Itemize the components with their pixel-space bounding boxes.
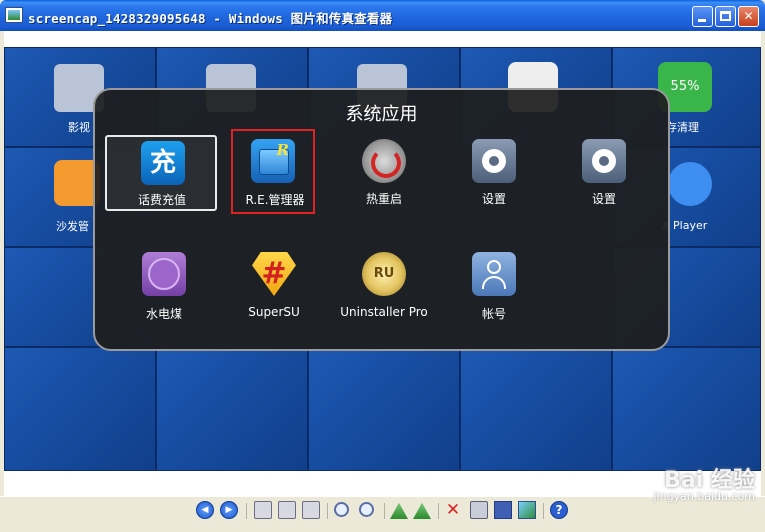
save-button[interactable] xyxy=(494,501,512,519)
background-tile xyxy=(308,347,460,471)
edit-button[interactable] xyxy=(518,501,536,519)
close-button[interactable]: ✕ xyxy=(738,6,759,27)
best-fit-button[interactable] xyxy=(254,501,272,519)
slideshow-button[interactable] xyxy=(302,501,320,519)
background-tile xyxy=(156,347,308,471)
toolbar-separator xyxy=(438,503,439,519)
app-account[interactable]: 帐号 xyxy=(439,250,549,326)
app-supersu[interactable]: SuperSU xyxy=(219,250,329,326)
app-reboot[interactable]: 热重启 xyxy=(329,137,439,213)
app-label: 话费充值 xyxy=(137,193,186,207)
minimize-button[interactable] xyxy=(692,6,713,27)
uninstaller-icon: RU xyxy=(362,252,406,296)
baidu-watermark-url: jingyan.baidu.com xyxy=(653,490,755,503)
app-label: R.E.管理器 xyxy=(245,193,305,207)
re-manager-icon xyxy=(251,139,295,183)
bg-label-video: 影视 xyxy=(68,121,90,134)
app-settings-1[interactable]: 设置 xyxy=(439,137,549,213)
zoom-in-button[interactable] xyxy=(334,502,349,517)
delete-button[interactable]: ✕ xyxy=(444,501,462,519)
system-apps-popup: 系统应用 充 话费充值 R.E.管理器 热重启 设置 设置 xyxy=(93,88,670,351)
app-label: SuperSU xyxy=(248,305,300,319)
account-icon xyxy=(472,252,516,296)
help-button[interactable]: ? xyxy=(550,501,568,519)
viewer-toolbar: ◀ ▶ ✕ ? xyxy=(0,496,765,532)
app-settings-2[interactable]: 设置 xyxy=(549,137,659,213)
background-tile xyxy=(460,347,612,471)
reboot-icon xyxy=(362,139,406,183)
toolbar-separator xyxy=(384,503,385,519)
maximize-button[interactable] xyxy=(715,6,736,27)
background-tile xyxy=(4,347,156,471)
supersu-icon xyxy=(252,252,296,296)
window-title: screencap_1428329095648 - Windows 图片和传真查… xyxy=(28,11,393,26)
background-tile xyxy=(612,347,761,471)
image-viewer-icon xyxy=(5,7,23,23)
settings-icon xyxy=(582,139,626,183)
toolbar-separator xyxy=(246,503,247,519)
app-utility[interactable]: 水电煤 xyxy=(109,250,219,326)
bg-label-sofa: 沙发管 xyxy=(56,220,89,233)
utility-icon xyxy=(142,252,186,296)
rotate-counterclockwise-button[interactable] xyxy=(413,502,431,519)
screenshot-image: 影视 55% 存清理 沙发管 X Player 系统应用 充 话费充值 R.E.… xyxy=(4,47,761,471)
app-label: 设置 xyxy=(591,192,616,206)
toolbar-separator xyxy=(327,503,328,519)
print-button[interactable] xyxy=(470,501,488,519)
player-icon xyxy=(668,162,712,206)
bg-label-storage: 存清理 xyxy=(666,121,699,134)
app-label: 水电煤 xyxy=(145,307,182,321)
toolbar-separator xyxy=(543,503,544,519)
app-uninstaller-pro[interactable]: RU Uninstaller Pro xyxy=(329,250,439,326)
previous-image-button[interactable]: ◀ xyxy=(196,501,214,519)
app-label: 帐号 xyxy=(481,307,506,321)
recharge-icon: 充 xyxy=(141,141,185,185)
actual-size-button[interactable] xyxy=(278,501,296,519)
image-viewport: 影视 55% 存清理 沙发管 X Player 系统应用 充 话费充值 R.E.… xyxy=(4,31,761,496)
app-re-manager[interactable]: R.E.管理器 xyxy=(231,129,315,214)
app-label: 设置 xyxy=(481,192,506,206)
rotate-clockwise-button[interactable] xyxy=(390,502,408,519)
zoom-out-button[interactable] xyxy=(359,502,374,517)
app-label: Uninstaller Pro xyxy=(340,305,428,319)
settings-icon xyxy=(472,139,516,183)
app-label: 热重启 xyxy=(365,192,402,206)
window-titlebar[interactable]: screencap_1428329095648 - Windows 图片和传真查… xyxy=(0,0,765,31)
next-image-button[interactable]: ▶ xyxy=(220,501,238,519)
popup-title: 系统应用 xyxy=(345,104,418,125)
app-recharge[interactable]: 充 话费充值 xyxy=(105,135,217,211)
